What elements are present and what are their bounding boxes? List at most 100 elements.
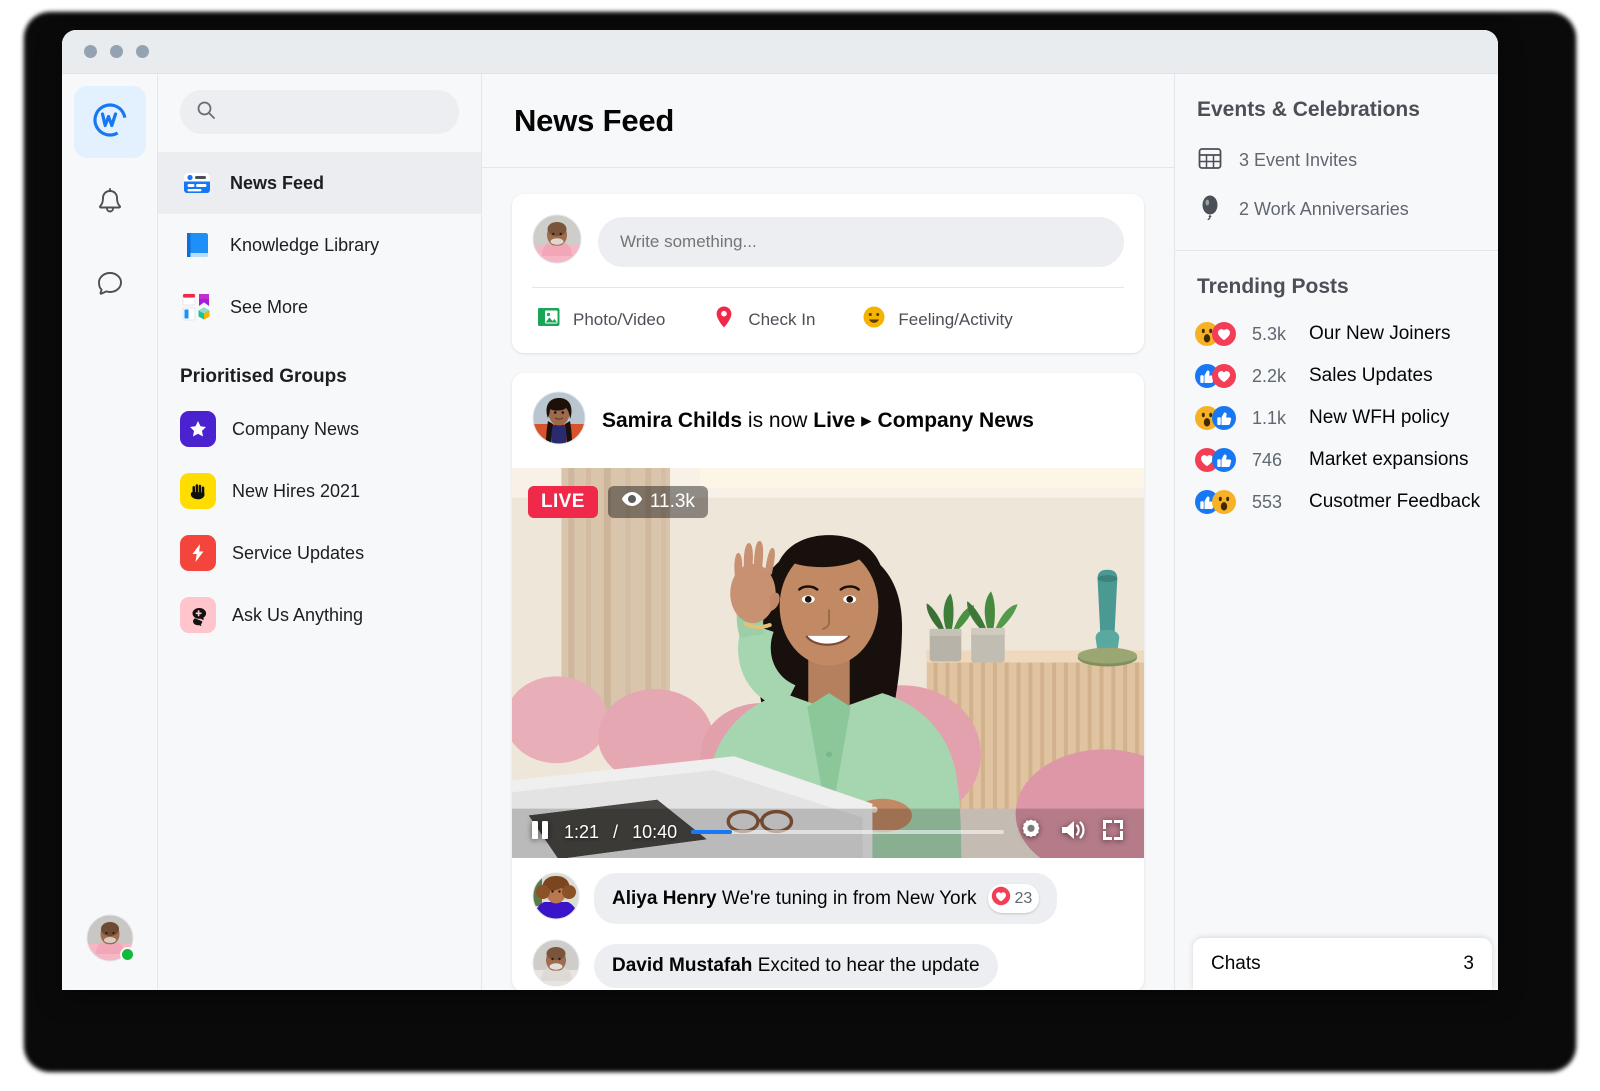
composer-avatar[interactable] bbox=[532, 214, 582, 269]
comment-row: Aliya Henry We're tuning in from New Yor… bbox=[512, 858, 1144, 925]
trending-row[interactable]: 1.1k New WFH policy bbox=[1175, 397, 1498, 439]
balloon-icon bbox=[1197, 194, 1223, 225]
apps-grid-icon bbox=[180, 290, 214, 324]
photo-video-button[interactable]: Photo/Video bbox=[536, 304, 665, 335]
event-invites-row[interactable]: 3 Event Invites bbox=[1175, 136, 1498, 185]
viewer-count: 11.3k bbox=[649, 491, 695, 512]
group-label-service-updates: Service Updates bbox=[232, 542, 365, 563]
post-status-text: is now bbox=[747, 409, 808, 432]
bell-icon bbox=[92, 184, 128, 225]
trending-count: 746 bbox=[1252, 449, 1283, 470]
comment-author: Aliya Henry bbox=[612, 887, 717, 909]
wow-icon bbox=[1212, 490, 1236, 514]
group-label-company-news: Company News bbox=[232, 418, 360, 439]
feeling-activity-button[interactable]: Feeling/Activity bbox=[861, 304, 1013, 335]
composer-input-wrapper[interactable] bbox=[598, 216, 1124, 267]
eye-icon bbox=[621, 491, 643, 513]
check-in-button[interactable]: Check In bbox=[711, 304, 815, 335]
trending-label: Sales Updates bbox=[1309, 365, 1433, 386]
comment-reaction-count: 23 bbox=[1014, 889, 1033, 907]
reaction-group bbox=[1195, 364, 1241, 388]
trending-row[interactable]: 553 Cusotmer Feedback bbox=[1175, 481, 1498, 523]
comment-avatar[interactable] bbox=[532, 872, 580, 925]
fullscreen-icon[interactable] bbox=[1100, 817, 1126, 848]
trending-row[interactable]: 2.2k Sales Updates bbox=[1175, 355, 1498, 397]
minimize-button[interactable] bbox=[110, 45, 123, 58]
app-window: News Feed Knowledge Library See More Pri… bbox=[62, 30, 1498, 990]
sidebar-item-knowledge-library[interactable]: Knowledge Library bbox=[158, 214, 481, 276]
content-header: News Feed bbox=[482, 74, 1174, 168]
video-badges: LIVE 11.3k bbox=[528, 486, 708, 518]
post-author-avatar[interactable] bbox=[532, 391, 586, 450]
trending-count: 2.2k bbox=[1252, 365, 1287, 386]
composer-input[interactable] bbox=[620, 231, 1102, 252]
sidebar-item-see-more[interactable]: See More bbox=[158, 276, 481, 338]
rail-item-home[interactable] bbox=[73, 86, 146, 158]
navigation-sidebar: News Feed Knowledge Library See More Pri… bbox=[158, 74, 482, 990]
composer-actions: Photo/Video Check In Feeling/Activity bbox=[512, 288, 1144, 353]
group-item-new-hires[interactable]: New Hires 2021 bbox=[158, 460, 481, 522]
page-title: News Feed bbox=[514, 102, 675, 138]
sidebar-item-news-feed[interactable]: News Feed bbox=[158, 152, 481, 214]
photo-video-icon bbox=[536, 304, 562, 335]
trending-row[interactable]: 5.3k Our New Joiners bbox=[1175, 313, 1498, 355]
trending-label: New WFH policy bbox=[1309, 407, 1450, 428]
comment-reaction[interactable]: 23 bbox=[988, 884, 1040, 913]
search-container bbox=[158, 90, 481, 152]
workplace-logo-icon bbox=[90, 100, 130, 145]
news-feed-icon bbox=[180, 166, 214, 200]
group-item-service-updates[interactable]: Service Updates bbox=[158, 522, 481, 584]
video-progress-fill bbox=[691, 830, 732, 834]
post-card: Samira Childs is now Live ▸ Company News bbox=[512, 373, 1144, 990]
maximize-button[interactable] bbox=[136, 45, 149, 58]
search-box[interactable] bbox=[180, 90, 459, 134]
trending-count: 5.3k bbox=[1252, 323, 1287, 344]
reaction-group bbox=[1195, 406, 1241, 430]
rail-user-avatar[interactable] bbox=[86, 914, 135, 962]
comment-row: David Mustafah Excited to hear the updat… bbox=[512, 925, 1144, 990]
online-status-indicator bbox=[119, 947, 135, 962]
video-time-separator: / bbox=[613, 821, 619, 842]
events-title: Events & Celebrations bbox=[1197, 98, 1420, 121]
chats-label: Chats bbox=[1211, 953, 1261, 974]
reaction-group bbox=[1195, 448, 1241, 472]
right-sidebar: Events & Celebrations 3 Event Invites 2 … bbox=[1174, 74, 1498, 990]
comment-bubble: Aliya Henry We're tuning in from New Yor… bbox=[594, 873, 1058, 924]
event-invites-label: 3 Event Invites bbox=[1239, 150, 1358, 170]
search-input[interactable] bbox=[226, 103, 443, 121]
play-triangle-icon: ▸ bbox=[861, 409, 872, 432]
pause-icon[interactable] bbox=[530, 819, 550, 846]
video-current-time: 1:21 bbox=[564, 821, 600, 842]
comment-text: We're tuning in from New York bbox=[721, 887, 977, 909]
reaction-group bbox=[1195, 322, 1241, 346]
post-header: Samira Childs is now Live ▸ Company News bbox=[512, 373, 1144, 468]
group-item-ask-us-anything[interactable]: Ask Us Anything bbox=[158, 584, 481, 646]
comment-avatar[interactable] bbox=[532, 939, 580, 990]
trending-title: Trending Posts bbox=[1197, 275, 1349, 298]
chats-bar[interactable]: Chats 3 bbox=[1193, 938, 1492, 990]
work-anniversaries-row[interactable]: 2 Work Anniversaries bbox=[1175, 185, 1498, 234]
live-badge: LIVE bbox=[528, 486, 598, 518]
group-item-company-news[interactable]: Company News bbox=[158, 398, 481, 460]
events-section: Events & Celebrations 3 Event Invites 2 … bbox=[1175, 74, 1498, 251]
trending-row[interactable]: 746 Market expansions bbox=[1175, 439, 1498, 481]
location-pin-icon bbox=[711, 304, 737, 335]
volume-icon[interactable] bbox=[1058, 817, 1086, 848]
comment-bubble: David Mustafah Excited to hear the updat… bbox=[594, 943, 998, 988]
live-video-player[interactable]: LIVE 11.3k 1:21 / 10:40 bbox=[512, 468, 1144, 858]
close-button[interactable] bbox=[84, 45, 97, 58]
trending-label: Market expansions bbox=[1309, 449, 1469, 470]
settings-gear-icon[interactable] bbox=[1018, 817, 1044, 848]
trending-count: 553 bbox=[1252, 491, 1283, 512]
post-author-name: Samira Childs bbox=[602, 409, 743, 432]
video-progress-bar[interactable] bbox=[691, 830, 1004, 834]
rail-item-chat[interactable] bbox=[74, 250, 146, 322]
sidebar-label-knowledge-library: Knowledge Library bbox=[230, 234, 380, 255]
rail-item-notifications[interactable] bbox=[74, 168, 146, 240]
video-controls: 1:21 / 10:40 bbox=[512, 806, 1144, 858]
comment-author: David Mustafah bbox=[612, 954, 753, 976]
love-icon bbox=[1212, 322, 1236, 346]
comment-text: Excited to hear the update bbox=[757, 954, 980, 976]
waving-hand-icon bbox=[180, 473, 216, 509]
composer-card: Photo/Video Check In bbox=[512, 194, 1144, 353]
